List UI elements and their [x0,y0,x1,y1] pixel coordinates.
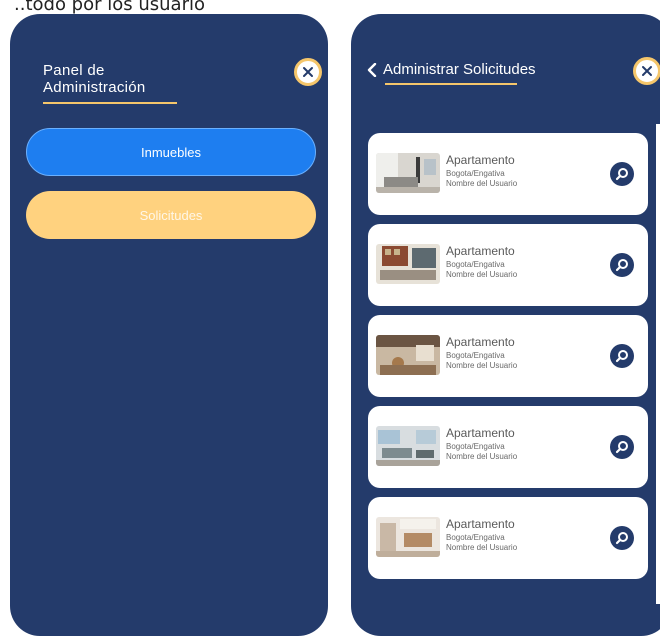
card-location: Bogota/Engativa [446,260,505,269]
close-icon [642,66,652,76]
close-icon [303,67,313,77]
card-title: Apartamento [446,244,515,258]
inmuebles-label: Inmuebles [141,144,201,160]
panel-title-line2: Administración [43,79,146,96]
property-image [376,335,440,375]
solicitudes-button[interactable]: Solicitudes [26,191,316,239]
card-user: Nombre del Usuario [446,543,518,552]
solicitudes-label: Solicitudes [139,207,203,223]
request-card[interactable]: Apartamento Bogota/Engativa Nombre del U… [368,315,648,397]
card-location: Bogota/Engativa [446,533,505,542]
card-title: Apartamento [446,426,515,440]
card-user: Nombre del Usuario [446,452,518,461]
search-icon [615,532,628,545]
panel-title: Panel de Administración [43,62,146,96]
card-location: Bogota/Engativa [446,442,505,451]
requests-screen: Administrar Solicitudes Apartamento Bogo… [351,14,660,636]
scrollbar[interactable] [656,124,660,604]
card-user: Nombre del Usuario [446,179,518,188]
page-title: Administrar Solicitudes [383,61,536,78]
card-location: Bogota/Engativa [446,169,505,178]
search-icon [615,259,628,272]
top-caption: ..todo por los usuario [14,0,205,15]
title-underline [43,102,177,104]
property-image [376,244,440,284]
property-image [376,517,440,557]
property-image [376,153,440,193]
close-button[interactable] [294,58,322,86]
view-request-button[interactable] [610,435,634,459]
title-underline [385,83,517,85]
admin-panel-screen: Panel de Administración Inmuebles Solici… [10,14,328,636]
view-request-button[interactable] [610,526,634,550]
close-button[interactable] [633,57,660,85]
back-button[interactable] [367,62,377,77]
request-card[interactable]: Apartamento Bogota/Engativa Nombre del U… [368,133,648,215]
card-title: Apartamento [446,517,515,531]
chevron-left-icon [367,62,377,77]
search-icon [615,350,628,363]
panel-title-line1: Panel de [43,62,105,79]
search-icon [615,168,628,181]
view-request-button[interactable] [610,162,634,186]
card-title: Apartamento [446,153,515,167]
inmuebles-button[interactable]: Inmuebles [26,128,316,176]
property-image [376,426,440,466]
view-request-button[interactable] [610,344,634,368]
header: Administrar Solicitudes [367,61,536,78]
request-card[interactable]: Apartamento Bogota/Engativa Nombre del U… [368,497,648,579]
view-request-button[interactable] [610,253,634,277]
card-user: Nombre del Usuario [446,361,518,370]
request-card[interactable]: Apartamento Bogota/Engativa Nombre del U… [368,224,648,306]
search-icon [615,441,628,454]
request-card[interactable]: Apartamento Bogota/Engativa Nombre del U… [368,406,648,488]
card-title: Apartamento [446,335,515,349]
card-location: Bogota/Engativa [446,351,505,360]
card-user: Nombre del Usuario [446,270,518,279]
